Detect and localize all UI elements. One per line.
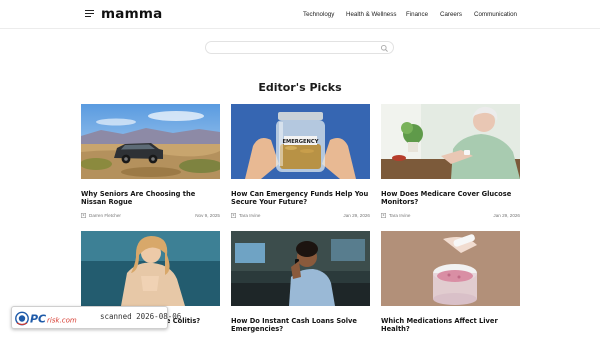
scan-stamp: scanned 2026-08-06 (100, 312, 182, 321)
nav-health-wellness[interactable]: Health & Wellness (346, 11, 396, 18)
author-icon (81, 213, 86, 218)
nav-careers[interactable]: Careers (440, 11, 462, 18)
article-meta: Tara Irvine Jan 29, 2026 (381, 212, 520, 220)
search-icon[interactable] (380, 44, 389, 53)
svg-text:PC: PC (30, 313, 46, 326)
article-image-pills-in-hand[interactable] (381, 231, 520, 306)
section-title: Editor's Picks (258, 81, 342, 94)
article-date: Jan 29, 2026 (493, 213, 520, 218)
nav-communication[interactable]: Communication (474, 11, 517, 18)
article-title[interactable]: How Do Instant Cash Loans Solve Emergenc… (231, 317, 370, 334)
article-image-suv-in-desert[interactable] (81, 104, 220, 179)
nav-finance[interactable]: Finance (406, 11, 428, 18)
nav-technology[interactable]: Technology (303, 11, 334, 18)
article-title[interactable]: Which Medications Affect Liver Health? (381, 317, 520, 334)
article-date: Jan 29, 2026 (343, 213, 370, 218)
author-icon (381, 213, 386, 218)
article-author[interactable]: Darren Fletcher (89, 213, 121, 218)
article-meta: Darren Fletcher Nov 9, 2025 (81, 212, 220, 220)
article-image-woman-at-desk-with-phone[interactable] (231, 231, 370, 306)
search-input[interactable] (212, 43, 377, 52)
pcrisk-watermark: PC risk.com scanned 2026-08-06 (11, 306, 181, 329)
article-image-woman-on-couch[interactable] (81, 231, 220, 306)
article-author[interactable]: Tara Irvine (239, 213, 260, 218)
article-image-jar-of-coins[interactable]: EMERGENCY (231, 104, 370, 179)
article-meta: Tara Irvine Jan 29, 2026 (231, 212, 370, 220)
svg-text:EMERGENCY: EMERGENCY (283, 139, 319, 145)
article-author[interactable]: Tara Irvine (389, 213, 410, 218)
article-title[interactable]: How Does Medicare Cover Glucose Monitors… (381, 190, 520, 207)
site-header: mamma Technology Health & Wellness Finan… (0, 0, 600, 29)
article-image-senior-woman-glucose-monitor[interactable] (381, 104, 520, 179)
author-icon (231, 213, 236, 218)
article-title[interactable]: How Can Emergency Funds Help You Secure … (231, 190, 370, 207)
article-date: Nov 9, 2025 (195, 213, 220, 218)
article-title[interactable]: Why Seniors Are Choosing the Nissan Rogu… (81, 190, 220, 207)
svg-text:risk.com: risk.com (47, 317, 77, 325)
pcrisk-logo: PC risk.com (15, 311, 77, 326)
menu-icon[interactable] (85, 10, 94, 18)
site-logo[interactable]: mamma (101, 6, 162, 22)
search-bar (205, 41, 394, 54)
